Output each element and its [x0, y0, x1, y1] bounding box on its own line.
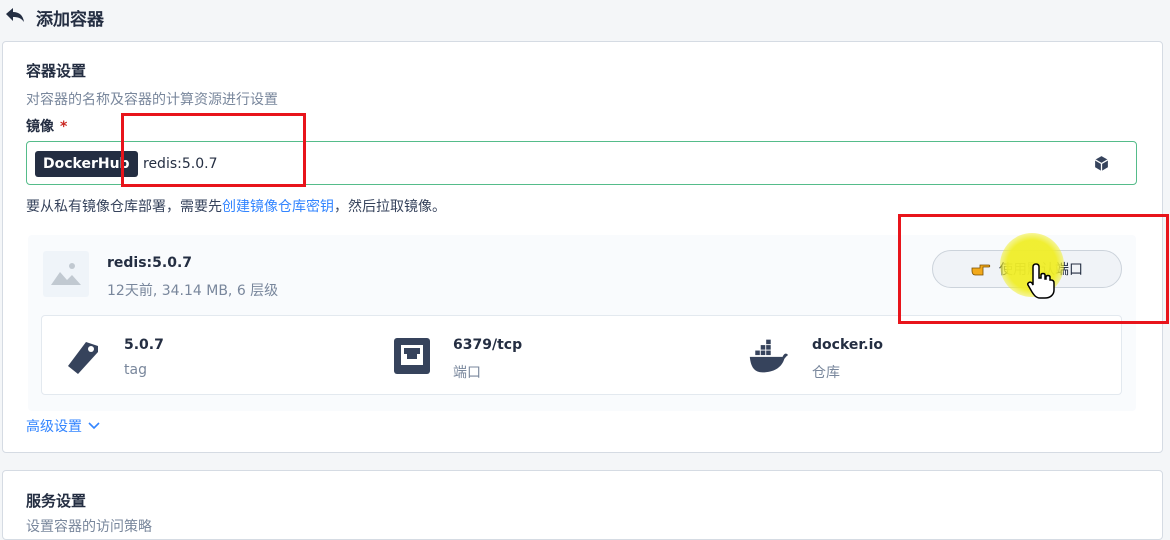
use-default-ports-button[interactable]: 使用默认端口: [932, 250, 1122, 288]
section-description: 对容器的名称及容器的计算资源进行设置: [26, 92, 278, 108]
advanced-settings-toggle[interactable]: 高级设置: [26, 416, 100, 436]
image-info-box: 5.0.7 tag 6379/tcp 端口 docker.io 仓库: [41, 315, 1122, 395]
registry-selector[interactable]: DockerHub: [35, 151, 138, 177]
image-label-text: 镜像: [26, 119, 54, 135]
info-value: docker.io: [812, 337, 884, 353]
service-settings-description: 设置容器的访问策略: [26, 519, 152, 535]
create-registry-secret-link[interactable]: 创建镜像仓库密钥: [222, 199, 334, 215]
use-default-ports-label: 使用默认端口: [999, 262, 1083, 278]
info-value: 6379/tcp: [453, 337, 523, 353]
network-port-icon: [394, 338, 430, 374]
image-placeholder-icon: [51, 263, 81, 285]
cube-icon[interactable]: [1093, 155, 1110, 172]
required-mark: *: [60, 119, 68, 135]
image-thumbnail: [43, 251, 89, 297]
tag-icon: [68, 342, 98, 374]
section-title: 容器设置: [26, 62, 87, 80]
docker-whale-icon: [749, 339, 788, 373]
service-settings-card: [2, 470, 1163, 540]
image-result-meta: 12天前, 34.14 MB, 6 层级: [107, 283, 279, 299]
advanced-settings-label: 高级设置: [26, 419, 82, 435]
image-input[interactable]: [143, 152, 1043, 176]
page-title: 添加容器: [36, 10, 104, 30]
image-search-field[interactable]: DockerHub: [26, 141, 1137, 185]
helper-suffix: ，然后拉取镜像。: [334, 199, 446, 215]
image-result-name: redis:5.0.7: [107, 255, 193, 271]
back-arrow-icon[interactable]: [4, 6, 26, 26]
info-value: 5.0.7: [124, 337, 164, 353]
image-helper-text: 要从私有镜像仓库部署，需要先创建镜像仓库密钥，然后拉取镜像。: [26, 196, 446, 216]
image-field-label: 镜像 *: [26, 116, 67, 136]
chevron-down-icon: [88, 422, 100, 430]
service-settings-title: 服务设置: [26, 492, 87, 510]
info-key: 仓库: [812, 365, 840, 381]
info-key: tag: [124, 362, 147, 378]
info-key: 端口: [453, 365, 481, 381]
page-header: 添加容器: [0, 0, 1170, 34]
pointing-hand-icon: [971, 264, 991, 276]
helper-prefix: 要从私有镜像仓库部署，需要先: [26, 199, 222, 215]
